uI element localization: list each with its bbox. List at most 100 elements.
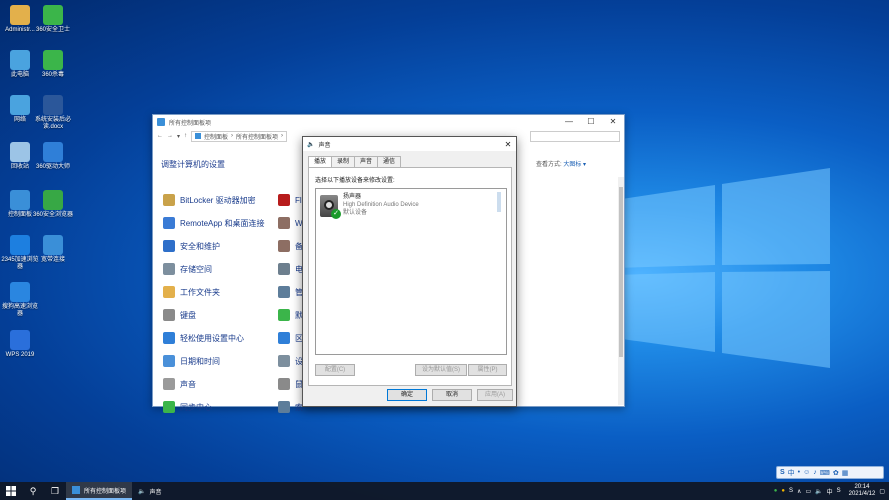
set-default-button[interactable]: 设为默认值(S) xyxy=(415,364,467,376)
speaker-icon: 🔈 xyxy=(307,141,315,148)
cp-item[interactable]: W xyxy=(278,217,303,229)
notification-icon[interactable]: ▢ xyxy=(879,488,885,495)
cp-titlebar[interactable]: 所有控制面板项 — ☐ ✕ xyxy=(153,115,624,129)
cp-item[interactable]: 鼠 xyxy=(278,378,303,390)
control-panel-icon xyxy=(157,118,165,126)
cp-item-icon xyxy=(163,217,175,229)
forward-arrow-icon[interactable]: → xyxy=(167,133,173,139)
sound-dialog-title: 声音 xyxy=(318,142,331,149)
device-status: 默认设备 xyxy=(343,210,368,216)
close-button[interactable]: ✕ xyxy=(602,115,624,129)
cp-item[interactable]: 日期和时间 xyxy=(163,355,220,367)
taskbar: ⚲ ❐ 所有控制面板项 🔈 声音 ● ● S ∧ ▭ 🔈 中 S 20:14 2… xyxy=(0,482,889,500)
cp-item-icon xyxy=(278,309,290,321)
cp-item-icon xyxy=(278,378,290,390)
back-arrow-icon[interactable]: ← xyxy=(157,133,163,139)
cp-item-icon xyxy=(163,332,175,344)
cp-item[interactable]: 默 xyxy=(278,309,303,321)
desktop-icon[interactable]: 系统安装后必读.docx xyxy=(33,95,73,131)
task-view-icon[interactable]: ❐ xyxy=(44,482,66,500)
ok-button[interactable]: 确定 xyxy=(387,389,427,401)
cp-item-label: RemoteApp 和桌面连接 xyxy=(180,218,265,228)
sogou-tray-icon[interactable]: S xyxy=(789,488,793,494)
keyboard-icon[interactable]: ⌨ xyxy=(820,469,830,477)
network-icon[interactable]: ▭ xyxy=(805,488,811,495)
desktop-icon[interactable]: 360安全浏览器 xyxy=(33,190,73,219)
cp-item[interactable]: Fl xyxy=(278,194,302,206)
maximize-button[interactable]: ☐ xyxy=(580,115,602,129)
sound-dialog[interactable]: 🔈 声音 ✕ 播放 录制 声音 通信 选择以下播放设备来修改设置: ✓ 扬声器 … xyxy=(302,136,517,407)
cp-item[interactable]: 存储空间 xyxy=(163,263,212,275)
tab-sounds[interactable]: 声音 xyxy=(354,156,379,167)
desktop-icon-label: 360安全卫士 xyxy=(35,27,70,33)
close-icon[interactable]: ✕ xyxy=(500,140,516,149)
sogou-browser-icon xyxy=(10,282,30,302)
start-button[interactable] xyxy=(0,482,22,500)
cp-item[interactable]: 设 xyxy=(278,355,303,367)
ime-toolbar[interactable]: S 中 • ☺ ♪ ⌨ ✿ ▦ xyxy=(776,466,884,479)
cp-item-icon xyxy=(163,240,175,252)
cancel-button[interactable]: 取消 xyxy=(432,389,472,401)
tab-recording[interactable]: 录制 xyxy=(331,156,356,167)
desktop-icon-label: 搜狗高速浏览器 xyxy=(1,304,38,317)
list-item[interactable]: ✓ 扬声器 High Definition Audio Device 默认设备 xyxy=(318,191,496,221)
device-list[interactable]: ✓ 扬声器 High Definition Audio Device 默认设备 xyxy=(315,188,507,355)
cp-item[interactable]: 同步中心 xyxy=(163,401,212,413)
cp-item[interactable]: 备 xyxy=(278,240,303,252)
shield-tray-icon[interactable]: ● xyxy=(781,488,785,494)
desktop-icon[interactable]: WPS 2019 xyxy=(0,330,40,359)
chevron-up-icon[interactable]: ∧ xyxy=(797,488,801,495)
search-input[interactable] xyxy=(530,131,620,142)
up-arrow-icon[interactable]: ↑ xyxy=(184,133,187,139)
volume-icon[interactable]: 🔈 xyxy=(815,488,822,495)
windows-logo-icon xyxy=(6,486,16,496)
desktop-icon[interactable]: 360杀毒 xyxy=(33,50,73,79)
address-input[interactable]: 控制面板 › 所有控制面板项 › xyxy=(191,130,288,142)
desktop-icon[interactable]: 搜狗高速浏览器 xyxy=(0,282,40,318)
taskbar-item-label: 声音 xyxy=(149,489,162,496)
desktop-icon[interactable]: 360安全卫士 xyxy=(33,5,73,34)
mic-icon[interactable]: ♪ xyxy=(813,469,817,476)
cp-item[interactable]: BitLocker 驱动器加密 xyxy=(163,194,256,206)
skin-icon[interactable]: ✿ xyxy=(833,469,839,477)
cp-item[interactable]: 区 xyxy=(278,332,303,344)
grid-icon[interactable]: ▦ xyxy=(842,469,849,477)
apply-button[interactable]: 应用(A) xyxy=(477,389,513,401)
cp-item[interactable]: 安全和维护 xyxy=(163,240,220,252)
tab-communications[interactable]: 通信 xyxy=(377,156,402,167)
properties-button[interactable]: 属性(P) xyxy=(468,364,507,376)
360-tray-icon[interactable]: ● xyxy=(774,488,778,494)
configure-button[interactable]: 配置(C) xyxy=(315,364,355,376)
sound-dialog-titlebar[interactable]: 🔈 声音 ✕ xyxy=(303,137,516,151)
view-by-dropdown[interactable]: 大图标 ▾ xyxy=(563,162,586,168)
recycle-bin-icon xyxy=(10,142,30,162)
desktop-icon[interactable]: 360驱动大师 xyxy=(33,142,73,171)
cp-item[interactable]: RemoteApp 和桌面连接 xyxy=(163,217,264,229)
punctuation-icon[interactable]: • xyxy=(798,469,800,476)
cp-item-icon xyxy=(163,194,175,206)
cp-scrollbar[interactable] xyxy=(618,177,624,405)
taskbar-item-sound[interactable]: 🔈 声音 xyxy=(132,482,168,500)
desktop-icon[interactable]: 宽带连接 xyxy=(33,235,73,264)
cp-scroll-thumb[interactable] xyxy=(619,187,623,357)
ime-indicator[interactable]: 中 xyxy=(827,487,833,496)
minimize-button[interactable]: — xyxy=(558,115,580,129)
ime-mode[interactable]: 中 xyxy=(788,468,795,478)
cp-item[interactable]: 电 xyxy=(278,263,303,275)
cp-item[interactable]: 轻松使用设置中心 xyxy=(163,332,244,344)
cp-item[interactable]: 声音 xyxy=(163,378,196,390)
cp-item[interactable]: 管 xyxy=(278,286,303,298)
breadcrumb-control-panel[interactable]: 控制面板 xyxy=(204,132,228,141)
emoji-icon[interactable]: ☺ xyxy=(803,469,810,476)
ime-s-icon[interactable]: S xyxy=(837,488,841,494)
device-list-scrollbar[interactable] xyxy=(497,192,501,212)
taskbar-item-control-panel[interactable]: 所有控制面板项 xyxy=(66,482,133,500)
cp-item[interactable]: 索 xyxy=(278,401,303,413)
clock[interactable]: 20:14 2021/4/12 xyxy=(849,484,876,498)
cp-item-label: 安全和维护 xyxy=(180,241,220,251)
cp-item[interactable]: 键盘 xyxy=(163,309,196,321)
cp-item[interactable]: 工作文件夹 xyxy=(163,286,220,298)
recent-chevron-icon[interactable]: ▾ xyxy=(177,133,180,140)
search-icon[interactable]: ⚲ xyxy=(22,482,44,500)
breadcrumb-all-items[interactable]: 所有控制面板项 xyxy=(236,132,278,141)
